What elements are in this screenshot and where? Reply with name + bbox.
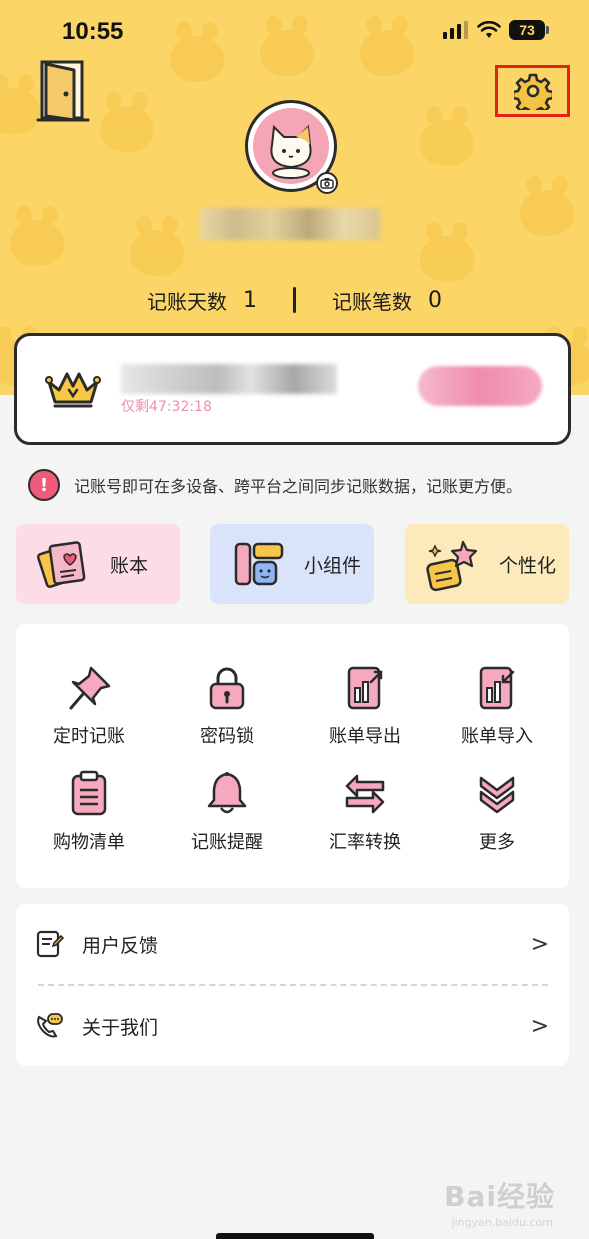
import-icon	[479, 666, 515, 710]
tool-label: 账单导出	[329, 726, 401, 747]
paw-pattern	[420, 222, 474, 282]
tool-scheduled-record[interactable]: 定时记账	[20, 664, 158, 764]
tool-bill-import[interactable]: 账单导入	[428, 664, 566, 764]
widget-card[interactable]: 小组件	[210, 524, 374, 604]
list-label: 关于我们	[82, 1016, 159, 1039]
bell-icon	[207, 772, 247, 814]
tool-label: 更多	[479, 832, 515, 853]
tool-currency-exchange[interactable]: 汇率转换	[296, 770, 434, 870]
tool-label: 定时记账	[53, 726, 125, 747]
paw-pattern	[130, 216, 184, 276]
records-label: 记账笔数	[332, 289, 412, 314]
vip-card[interactable]: 仅剩47:32:18	[14, 333, 571, 445]
tool-more[interactable]: 更多	[428, 770, 566, 870]
door-icon	[36, 60, 90, 122]
chevron-right-icon: >	[530, 931, 549, 957]
vip-countdown: 仅剩47:32:18	[121, 399, 212, 415]
status-bar: 10:55 73	[0, 0, 589, 62]
days-stat: 记账天数 1	[147, 286, 257, 315]
tool-label: 记账提醒	[191, 832, 263, 853]
days-value: 1	[243, 287, 257, 313]
avatar-image	[253, 108, 329, 184]
widget-icon	[234, 542, 284, 586]
tool-label: 购物清单	[53, 832, 125, 853]
paw-pattern	[420, 106, 474, 166]
gear-icon	[513, 73, 552, 110]
battery-indicator: 73	[509, 20, 549, 40]
tool-password-lock[interactable]: 密码锁	[158, 664, 296, 764]
tool-label: 汇率转换	[329, 832, 401, 853]
settings-button[interactable]	[495, 65, 570, 117]
cat-avatar-icon	[270, 124, 312, 179]
warning-icon: !	[28, 469, 60, 501]
clipboard-icon	[71, 770, 107, 816]
settings-list: 用户反馈 > 关于我们 >	[16, 904, 569, 1066]
feedback-icon	[36, 930, 64, 958]
magic-wand-icon	[426, 540, 478, 592]
lock-icon	[209, 667, 245, 710]
crown-icon	[43, 364, 103, 414]
widget-label: 小组件	[304, 554, 362, 577]
vip-action-button[interactable]	[418, 366, 542, 406]
username-redacted	[200, 208, 380, 240]
chevron-right-icon: >	[530, 1013, 549, 1039]
exchange-icon	[345, 774, 385, 814]
list-item-about[interactable]: 关于我们 >	[16, 986, 569, 1066]
list-item-feedback[interactable]: 用户反馈 >	[16, 904, 569, 984]
stats-row: 记账天数 1 记账笔数 0	[0, 282, 589, 318]
records-stat: 记账笔数 0	[332, 286, 442, 315]
tool-record-reminder[interactable]: 记账提醒	[158, 770, 296, 870]
records-value: 0	[428, 287, 442, 313]
export-icon	[347, 666, 383, 710]
notice-text: 记账号即可在多设备、跨平台之间同步记账数据，记账更方便。	[74, 477, 523, 496]
camera-icon	[320, 178, 334, 189]
tool-shopping-list[interactable]: 购物清单	[20, 770, 158, 870]
signal-icon	[443, 21, 468, 39]
list-label: 用户反馈	[82, 934, 159, 957]
watermark: Bai经验	[444, 1180, 555, 1213]
days-label: 记账天数	[147, 289, 227, 314]
chat-phone-icon	[37, 1013, 63, 1038]
status-icons: 73	[443, 20, 549, 40]
sync-notice[interactable]: ! 记账号即可在多设备、跨平台之间同步记账数据，记账更方便。	[28, 468, 568, 502]
tool-label: 账单导入	[461, 726, 533, 747]
tools-panel: 定时记账 密码锁 账单导出 账单导入 购物清单 记账提醒 汇率转换 更多	[16, 624, 569, 888]
watermark-url: jingyan.baidu.com	[451, 1216, 553, 1229]
door-button[interactable]	[36, 58, 92, 124]
stats-divider	[293, 287, 296, 313]
paw-pattern	[100, 92, 154, 152]
status-time: 10:55	[62, 18, 124, 45]
tool-label: 密码锁	[200, 726, 254, 747]
personalize-card[interactable]: 个性化	[405, 524, 569, 604]
ledger-icon	[36, 541, 86, 588]
ledger-card[interactable]: 账本	[16, 524, 180, 604]
home-indicator[interactable]	[216, 1233, 374, 1239]
paw-pattern	[10, 206, 64, 266]
paw-pattern	[520, 176, 574, 236]
paw-pattern	[0, 74, 40, 134]
personalize-label: 个性化	[499, 554, 557, 577]
pushpin-icon	[69, 666, 111, 710]
vip-title-redacted	[121, 364, 337, 394]
tool-bill-export[interactable]: 账单导出	[296, 664, 434, 764]
wifi-icon	[477, 21, 501, 38]
ledger-label: 账本	[110, 554, 149, 577]
chevron-double-down-icon	[479, 776, 515, 814]
avatar-edit-button[interactable]	[316, 172, 338, 194]
